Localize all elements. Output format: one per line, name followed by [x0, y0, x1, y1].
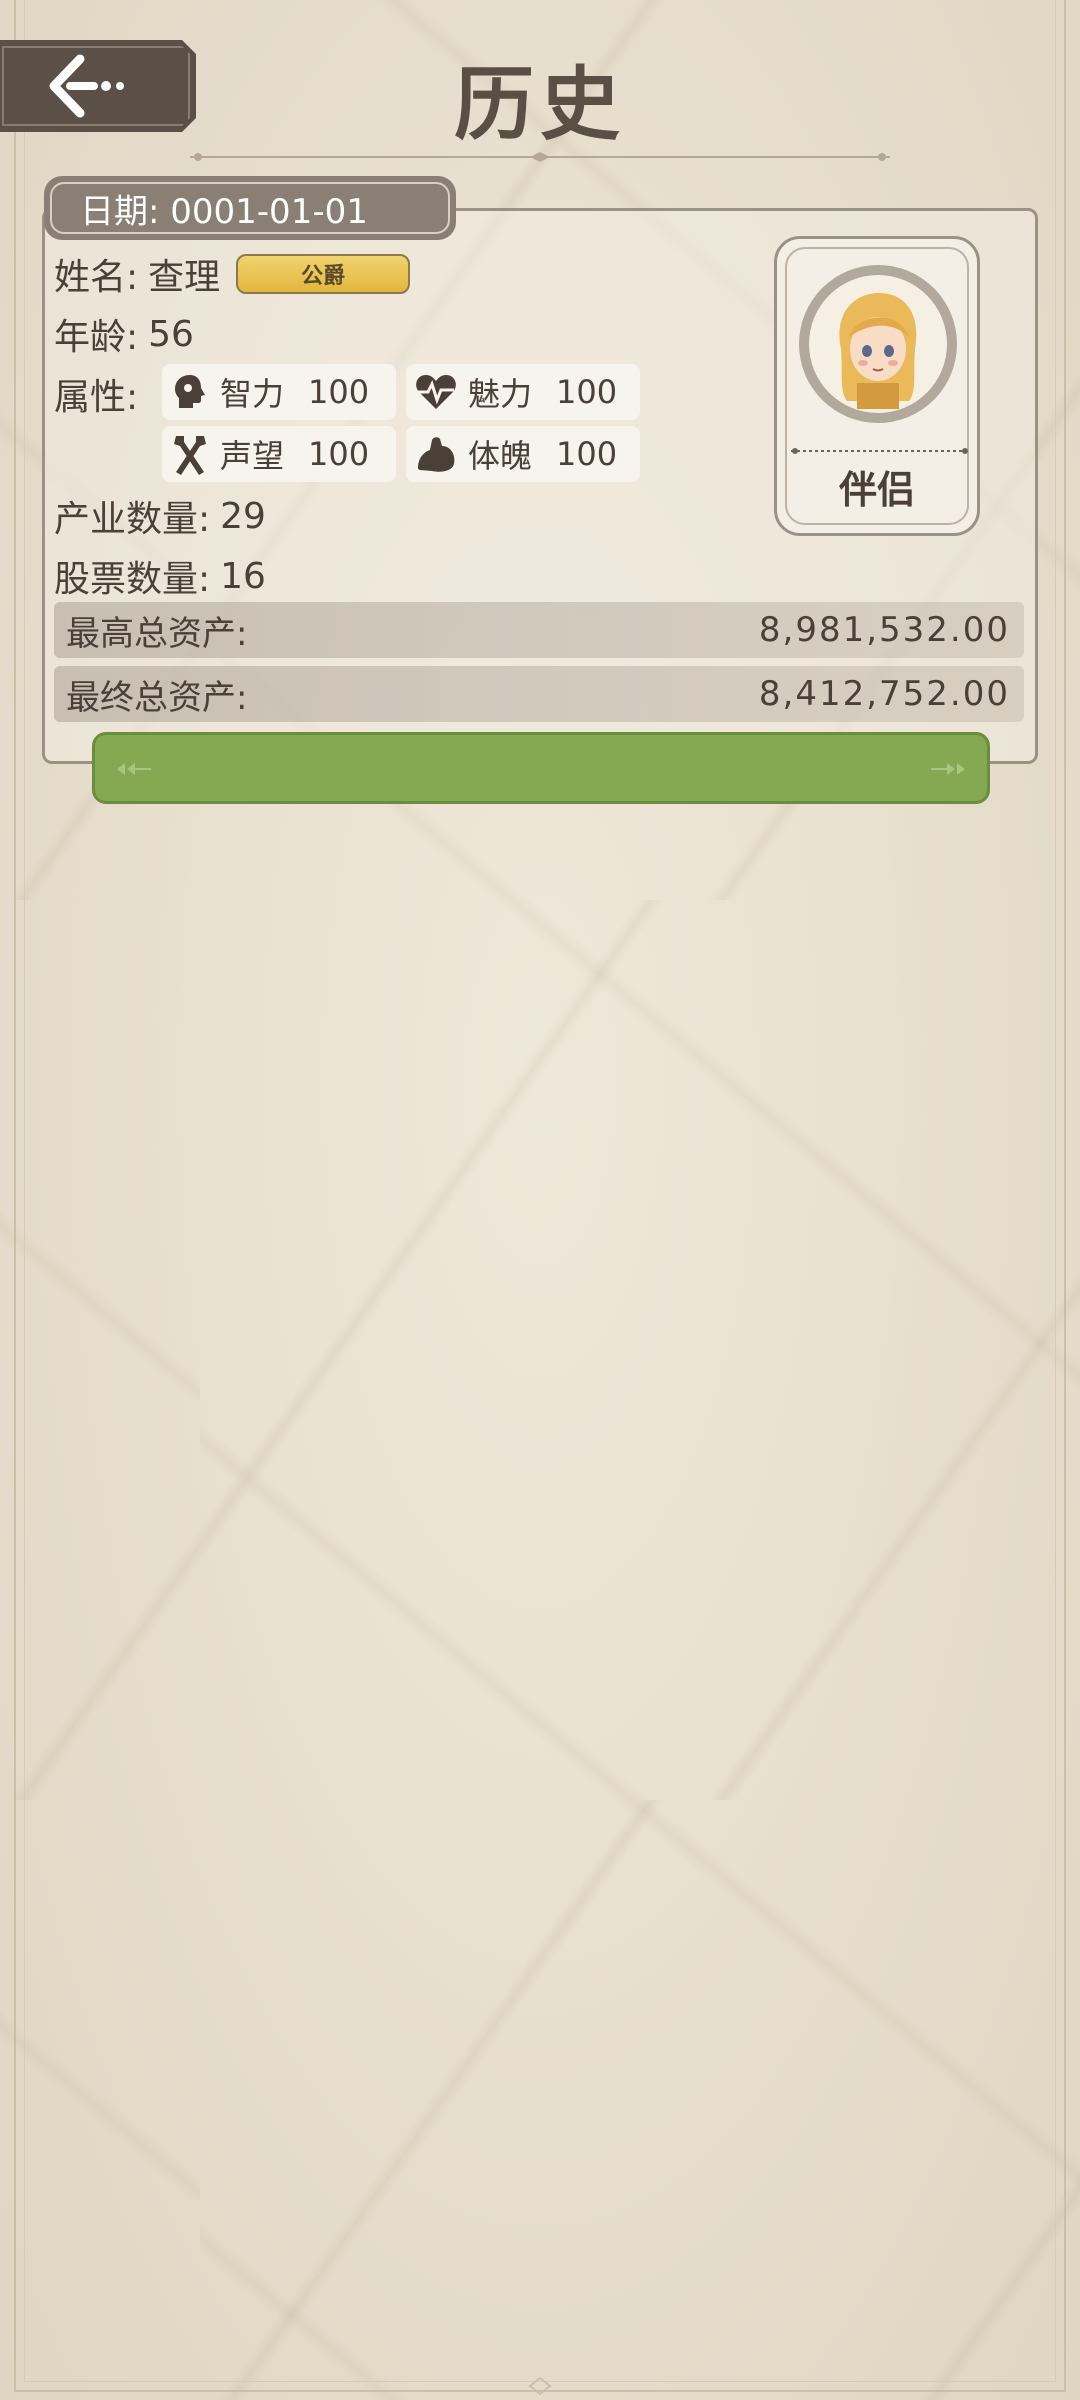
industry-label: 产业数量: [54, 499, 211, 540]
heartbeat-icon [416, 375, 456, 409]
highest-assets-label: 最高总资产: [66, 613, 248, 654]
name-value: 查理 [148, 257, 221, 298]
stocks-label: 股票数量: [54, 559, 211, 600]
attribute-charm: 魅力 100 [406, 364, 640, 420]
attribute-value: 100 [308, 435, 370, 473]
final-assets-value: 8,412,752.00 [758, 674, 1010, 714]
industry-row: 产业数量: 29 [54, 490, 266, 542]
name-row: 姓名: 查理 公爵 [54, 248, 411, 300]
final-assets-label: 最终总资产: [66, 677, 248, 718]
partner-label: 伴侣 [838, 467, 915, 512]
age-label: 年龄: [54, 317, 139, 358]
attributes-label: 属性: [54, 377, 139, 418]
page-title: 历史 [454, 57, 626, 151]
attribute-value: 100 [308, 373, 370, 411]
title-badge: 公爵 [236, 254, 411, 294]
attribute-name: 声望 [220, 437, 285, 475]
stocks-row: 股票数量: 16 [54, 550, 266, 602]
attribute-value: 100 [556, 373, 618, 411]
industry-value: 29 [220, 495, 266, 537]
attribute-intelligence: 智力 100 [162, 364, 396, 420]
title-divider [190, 152, 890, 162]
bottom-ornament [528, 2376, 552, 2396]
age-row: 年龄: 56 [54, 308, 194, 360]
attribute-name: 智力 [220, 375, 285, 413]
attribute-value: 100 [556, 435, 618, 473]
partner-avatar-frame [799, 265, 957, 423]
attribute-reputation: 声望 100 [162, 426, 396, 482]
highest-assets-bar: 最高总资产: 8,981,532.00 [54, 602, 1024, 658]
band-ornament-right [931, 763, 965, 775]
date-tab: 日期: 0001-01-01 [44, 176, 456, 240]
age-value: 56 [148, 313, 194, 355]
record-date: 日期: 0001-01-01 [80, 191, 368, 232]
name-label: 姓名: [54, 257, 139, 298]
flexed-arm-icon [418, 437, 455, 472]
attribute-name: 魅力 [468, 375, 533, 413]
attribute-physique: 体魄 100 [406, 426, 640, 482]
final-assets-bar: 最终总资产: 8,412,752.00 [54, 666, 1024, 722]
partner-avatar [809, 275, 947, 413]
partner-portrait-icon [839, 293, 917, 409]
band-ornament-left [117, 763, 151, 775]
attribute-name: 体魄 [468, 437, 533, 475]
partner-divider [791, 448, 969, 454]
brain-icon [175, 375, 205, 408]
stocks-value: 16 [220, 555, 266, 597]
crossed-hammers-icon [174, 436, 206, 475]
highest-assets-value: 8,981,532.00 [758, 610, 1010, 650]
partner-card[interactable]: 伴侣 [774, 236, 980, 536]
record-footer-band[interactable] [92, 732, 990, 804]
